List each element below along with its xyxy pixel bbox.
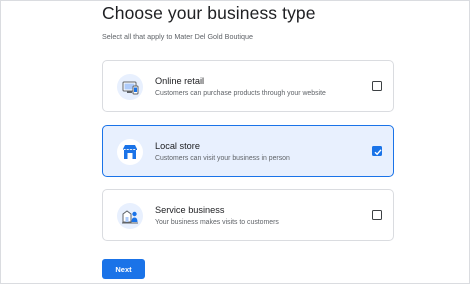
option-title: Local store xyxy=(155,141,200,151)
page-title: Choose your business type xyxy=(102,3,316,23)
option-card-service-business[interactable]: Service business Your business makes vis… xyxy=(102,189,394,241)
option-description: Customers can purchase products through … xyxy=(155,90,326,97)
option-checkbox-service-business[interactable] xyxy=(372,210,382,220)
checkmark-icon xyxy=(374,149,382,156)
page-subtitle: Select all that apply to Mater Del Gold … xyxy=(102,32,254,41)
option-card-local-store[interactable]: Local store Customers can visit your bus… xyxy=(102,125,394,177)
next-button[interactable]: Next xyxy=(102,259,145,279)
option-card-online-retail[interactable]: Online retail Customers can purchase pro… xyxy=(102,60,394,112)
online-retail-icon xyxy=(117,74,143,100)
storefront-icon xyxy=(117,139,143,165)
option-title: Service business xyxy=(155,205,225,215)
option-checkbox-local-store[interactable] xyxy=(372,146,382,156)
option-checkbox-online-retail[interactable] xyxy=(372,81,382,91)
service-area-icon xyxy=(117,203,143,229)
option-description: Customers can visit your business in per… xyxy=(155,155,290,162)
option-title: Online retail xyxy=(155,76,205,86)
option-description: Your business makes visits to customers xyxy=(155,219,279,226)
